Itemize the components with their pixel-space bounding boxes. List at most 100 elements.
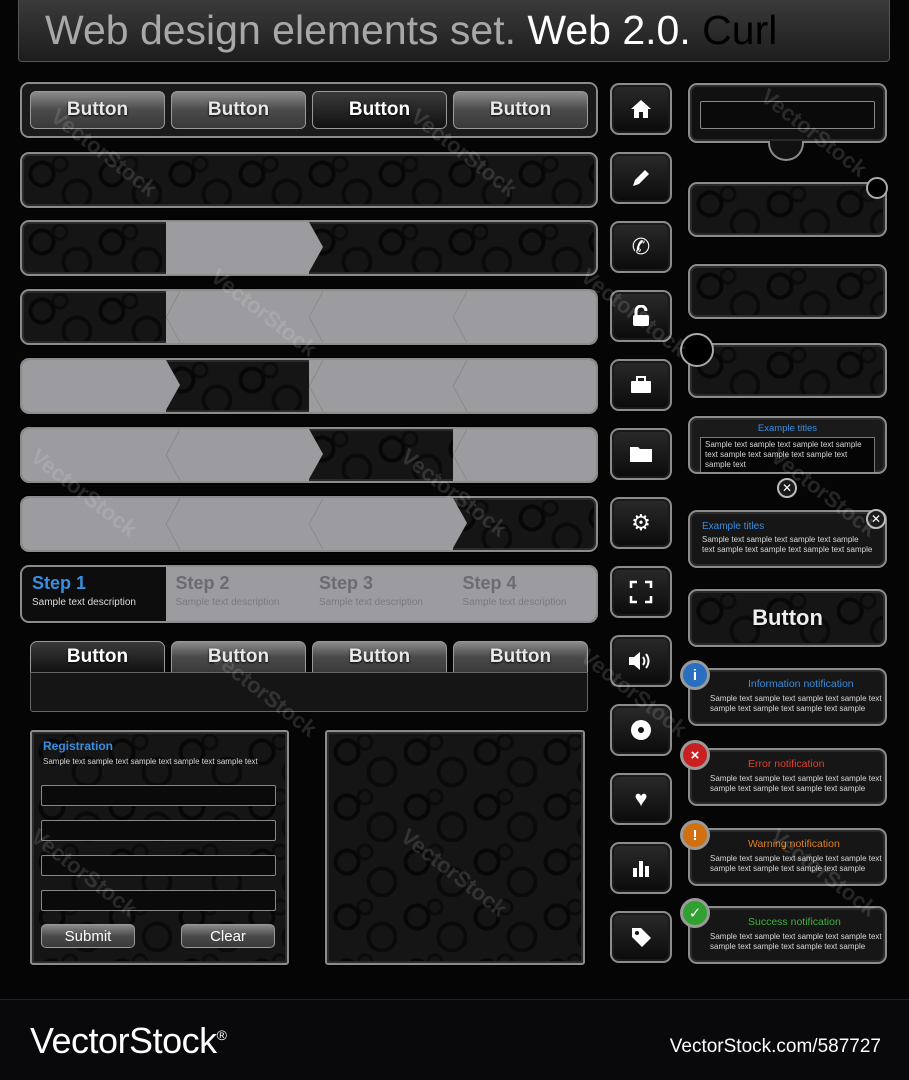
info-icon: i xyxy=(680,660,710,690)
registration-title: Registration xyxy=(43,739,114,753)
top-tab-bar: Button Button Button Button xyxy=(20,82,598,138)
tag-icon xyxy=(632,928,651,947)
registration-field-2[interactable] xyxy=(41,820,276,841)
progress-segment-filled xyxy=(165,498,309,550)
step-description: Sample text description xyxy=(462,597,567,608)
big-button-label: Button xyxy=(752,605,823,630)
progress-segment-filled xyxy=(309,360,453,412)
folder-icon xyxy=(630,447,652,462)
success-icon: ✓ xyxy=(680,898,710,928)
step-title: Step 2 xyxy=(175,573,230,593)
example-title: Example titles xyxy=(757,423,818,434)
example-text: Sample text sample text sample text samp… xyxy=(702,535,873,554)
progress-bar-1 xyxy=(20,220,598,276)
step-description: Sample text description xyxy=(32,597,136,608)
footer-url: VectorStock.com/587727 xyxy=(669,1036,881,1057)
pattern-box-2 xyxy=(688,264,887,319)
progress-segment-filled xyxy=(452,291,596,343)
stats-button[interactable] xyxy=(610,842,672,894)
notification-text: Sample text sample text sample text samp… xyxy=(710,694,882,713)
bar-chart-icon xyxy=(633,861,649,877)
step-title: Step 4 xyxy=(462,573,517,593)
tab-button-4[interactable]: Button xyxy=(453,91,588,129)
error-glyph: × xyxy=(690,746,700,764)
edit-button[interactable] xyxy=(610,152,672,204)
home-button[interactable] xyxy=(610,83,672,135)
pattern-box-1 xyxy=(688,182,887,237)
step-4[interactable]: Step 4 Sample text description xyxy=(453,567,597,621)
tab-button-2[interactable]: Button xyxy=(171,91,306,129)
big-button[interactable]: Button xyxy=(688,589,887,647)
tag-button[interactable] xyxy=(610,911,672,963)
speaker-icon xyxy=(629,652,650,670)
registration-field-1[interactable] xyxy=(41,785,276,806)
notification-text: Sample text sample text sample text samp… xyxy=(710,774,882,793)
fullscreen-icon xyxy=(629,580,653,604)
gear-icon: ⚙ xyxy=(631,510,651,535)
fullscreen-button[interactable] xyxy=(610,566,672,618)
step-2[interactable]: Step 2 Sample text description xyxy=(166,567,310,621)
pencil-icon xyxy=(633,170,649,186)
tab-content-panel xyxy=(30,672,588,712)
progress-segment-filled xyxy=(165,222,323,274)
error-icon: × xyxy=(680,740,710,770)
settings-button[interactable]: ⚙ xyxy=(610,497,672,549)
info-glyph: i xyxy=(692,666,698,684)
progress-segment xyxy=(309,222,453,274)
progress-segment-filled xyxy=(22,360,179,412)
step-1[interactable]: Step 1 Sample text description xyxy=(22,567,166,621)
step-indicator: Step 1 Sample text description Step 2 Sa… xyxy=(20,565,598,623)
page-title: Web design elements set. Web 2.0. Curl xyxy=(18,0,890,62)
heart-icon: ♥ xyxy=(634,786,648,811)
registered-mark: ® xyxy=(216,1027,227,1043)
bottom-tab-4[interactable]: Button xyxy=(453,641,588,673)
home-icon xyxy=(631,100,651,118)
step-title: Step 3 xyxy=(319,573,374,593)
phone-icon: ✆ xyxy=(631,234,651,259)
progress-segment xyxy=(22,291,166,343)
progress-segment xyxy=(166,360,310,412)
bottom-tab-bar: Button Button Button Button xyxy=(30,641,588,673)
briefcase-icon xyxy=(631,376,651,393)
step-3[interactable]: Step 3 Sample text description xyxy=(309,567,453,621)
progress-segment-filled xyxy=(452,429,596,481)
bottom-tab-3[interactable]: Button xyxy=(312,641,447,673)
registration-field-4[interactable] xyxy=(41,890,276,911)
progress-segment-filled xyxy=(165,429,323,481)
title-part-1: Web design elements set. xyxy=(45,7,516,53)
curl-knob xyxy=(866,177,888,199)
progress-segment xyxy=(453,222,597,274)
notification-text: Sample text sample text sample text samp… xyxy=(710,932,882,951)
disc-icon xyxy=(631,720,651,740)
footer-brand: VectorStock® xyxy=(30,1020,227,1062)
bottom-tab-1-active[interactable]: Button xyxy=(30,641,165,673)
progress-bar-3 xyxy=(20,358,598,414)
notification-title: Information notification xyxy=(748,678,854,690)
footer-bar: VectorStock® VectorStock.com/587727 xyxy=(0,999,909,1080)
step-description: Sample text description xyxy=(175,597,280,608)
phone-button[interactable]: ✆ xyxy=(610,221,672,273)
warning-icon: ! xyxy=(680,820,710,850)
title-part-3: Curl xyxy=(702,7,778,53)
error-notification: Error notification Sample text sample te… xyxy=(688,748,887,806)
progress-segment-filled xyxy=(452,360,596,412)
curl-tab xyxy=(768,141,804,161)
pattern-panel xyxy=(325,730,585,965)
progress-segment xyxy=(22,222,166,274)
step-title: Step 1 xyxy=(32,573,87,593)
progress-segment-filled xyxy=(309,498,466,550)
notification-title: Error notification xyxy=(748,758,825,770)
clear-button[interactable]: Clear xyxy=(181,924,275,948)
progress-bar-4 xyxy=(20,427,598,483)
folder-button[interactable] xyxy=(610,428,672,480)
briefcase-button[interactable] xyxy=(610,359,672,411)
favorite-button[interactable]: ♥ xyxy=(610,773,672,825)
success-glyph: ✓ xyxy=(688,905,702,922)
pattern-box-3 xyxy=(688,343,887,398)
submit-button[interactable]: Submit xyxy=(41,924,135,948)
step-description: Sample text description xyxy=(319,597,423,608)
brand-name: VectorStock xyxy=(30,1020,217,1061)
title-part-2: Web 2.0. xyxy=(527,7,691,53)
warning-glyph: ! xyxy=(692,826,698,844)
registration-description: Sample text sample text sample text samp… xyxy=(43,757,258,766)
